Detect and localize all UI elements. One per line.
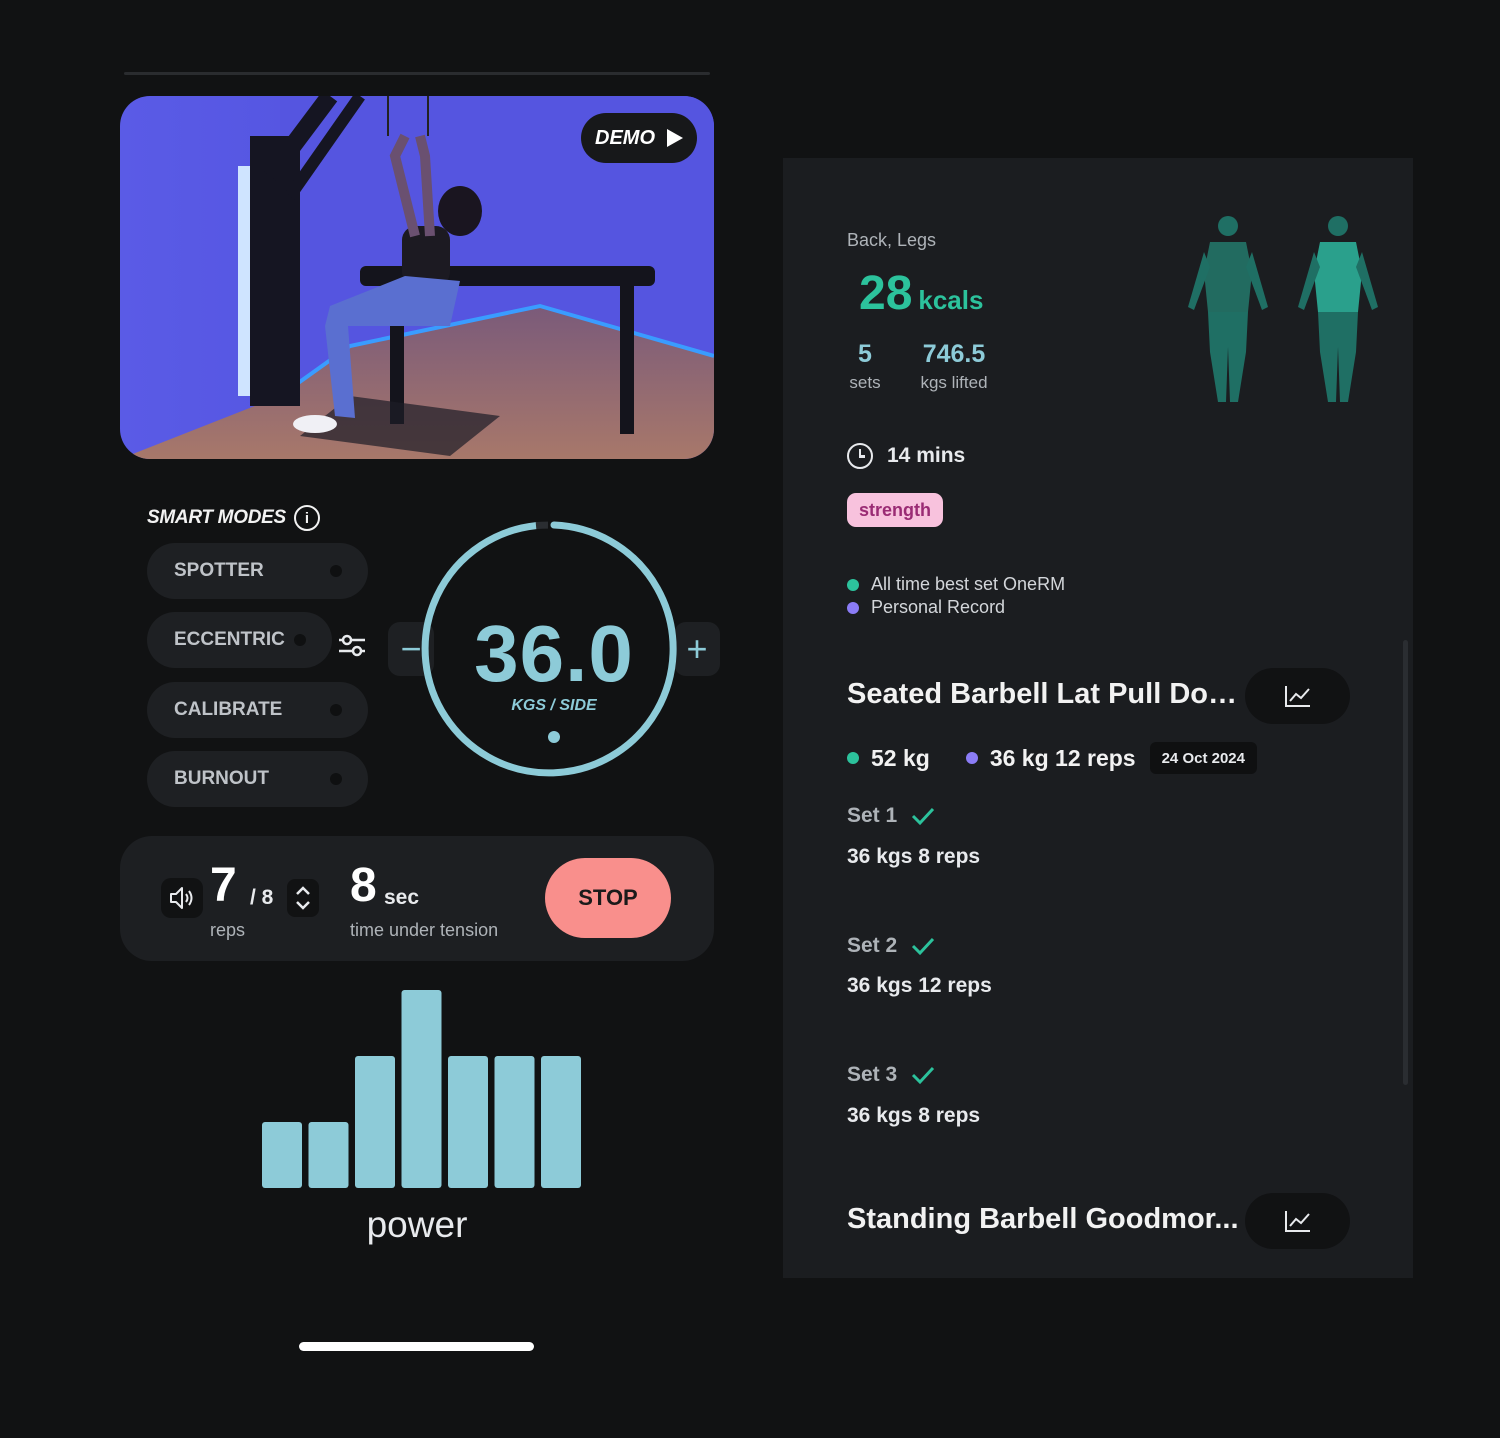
set-number: Set 3 <box>847 1063 898 1086</box>
set-number: Set 2 <box>847 934 898 957</box>
kgs-stat: 746.5 kgs lifted <box>912 340 996 393</box>
mode-indicator <box>330 565 342 577</box>
category-tag: strength <box>847 493 943 527</box>
calories: 28 kcals <box>859 266 983 321</box>
legend-item: Personal Record <box>847 597 1005 618</box>
sound-button[interactable] <box>161 878 203 918</box>
rep-stepper[interactable] <box>287 879 319 917</box>
onerm-dot <box>847 752 859 764</box>
sliders-icon[interactable] <box>337 634 367 658</box>
mode-calibrate[interactable]: CALIBRATE <box>147 682 368 738</box>
sets-label: sets <box>849 373 881 392</box>
body-front-icon <box>1298 216 1378 402</box>
power-bar <box>541 1056 581 1188</box>
home-indicator[interactable] <box>299 1342 534 1351</box>
weight-value: 36.0 <box>474 609 634 698</box>
stop-button[interactable]: STOP <box>545 858 671 938</box>
exercise-chart-button[interactable] <box>1245 1193 1350 1249</box>
mode-label: CALIBRATE <box>174 699 283 720</box>
legend-item: All time best set OneRM <box>847 574 1065 595</box>
legend-label: All time best set OneRM <box>871 574 1066 594</box>
power-label: power <box>366 1204 468 1245</box>
muscle-groups: Back, Legs <box>847 230 937 250</box>
smart-modes-label: SMART MODES <box>147 507 286 528</box>
record-value: 36 kg 12 reps <box>989 744 1136 771</box>
duration-value: 14 mins <box>887 444 966 467</box>
check-icon <box>912 1066 935 1085</box>
weight-unit: KGS / SIDE <box>511 697 597 714</box>
tension-unit: sec <box>384 886 420 909</box>
set-value: 36 kgs 12 reps <box>847 974 992 997</box>
legend-label: Personal Record <box>871 597 1006 617</box>
power-bar <box>355 1056 395 1188</box>
sets-value: 5 <box>858 340 872 368</box>
reps-label: reps <box>210 920 246 940</box>
exercise-title[interactable]: Standing Barbell Goodmor... <box>847 1203 1242 1236</box>
legend-dot <box>847 601 859 614</box>
mode-eccentric[interactable]: ECCENTRIC <box>147 612 332 668</box>
stepper-icon <box>296 886 310 910</box>
smart-modes-title: SMART MODES i <box>147 505 320 531</box>
mode-indicator <box>330 704 342 716</box>
sound-icon <box>170 887 193 909</box>
rep-count: 7 <box>210 859 237 912</box>
power-bar <box>401 990 442 1188</box>
weight-dial: − + 36.0 KGS / SIDE <box>388 520 720 780</box>
exercise-title[interactable]: Seated Barbell Lat Pull Down <box>847 678 1242 711</box>
mode-spotter[interactable]: SPOTTER <box>147 543 368 599</box>
muscle-map <box>1188 216 1378 402</box>
power-bar <box>262 1122 302 1188</box>
demo-label: DEMO <box>595 126 655 149</box>
power-bar <box>448 1056 488 1188</box>
kgs-value: 746.5 <box>922 340 986 368</box>
set-label: Set 3 <box>847 1063 935 1087</box>
info-icon[interactable]: i <box>293 505 320 531</box>
set-label: Set 1 <box>847 804 935 828</box>
body-back-icon <box>1188 216 1268 402</box>
scrollbar[interactable] <box>1403 640 1408 1085</box>
check-icon <box>912 807 935 826</box>
power-bar <box>494 1056 535 1188</box>
mode-indicator <box>294 634 306 646</box>
exercise-best-row: 52 kg 36 kg 12 reps 24 Oct 2024 <box>847 742 1257 774</box>
set-value: 36 kgs 8 reps <box>847 1104 981 1127</box>
set-number: Set 1 <box>847 804 898 827</box>
power-chart <box>262 990 581 1188</box>
line-chart-icon <box>1284 1211 1310 1232</box>
set-label: Set 2 <box>847 934 935 958</box>
calories-unit: kcals <box>918 285 984 315</box>
mode-label: SPOTTER <box>174 560 264 581</box>
check-icon <box>912 937 935 956</box>
record-date: 24 Oct 2024 <box>1149 742 1257 774</box>
top-divider <box>124 72 710 75</box>
exercise-chart-button[interactable] <box>1245 668 1350 724</box>
mode-indicator <box>330 773 342 785</box>
clock-icon <box>847 443 873 469</box>
rep-total: / 8 <box>250 886 274 909</box>
sets-stat: 5 sets <box>845 340 885 393</box>
duration: 14 mins <box>847 443 965 469</box>
line-chart-icon <box>1284 686 1310 707</box>
tension-label: time under tension <box>350 920 499 940</box>
demo-button[interactable]: DEMO <box>581 113 697 163</box>
set-value: 36 kgs 8 reps <box>847 845 981 868</box>
power-bar <box>308 1122 349 1188</box>
record-dot <box>965 752 978 764</box>
mode-burnout[interactable]: BURNOUT <box>147 751 368 807</box>
calories-value: 28 <box>859 267 913 320</box>
legend-dot <box>847 578 859 591</box>
play-icon <box>667 129 683 147</box>
onerm-value: 52 kg <box>871 744 930 771</box>
mode-label: BURNOUT <box>174 768 269 789</box>
kgs-label: kgs lifted <box>920 373 988 392</box>
rep-panel: 7 / 8 reps 8 sec time under tension STOP <box>120 836 714 961</box>
mode-label: ECCENTRIC <box>174 629 285 650</box>
tension-value: 8 <box>350 859 377 912</box>
